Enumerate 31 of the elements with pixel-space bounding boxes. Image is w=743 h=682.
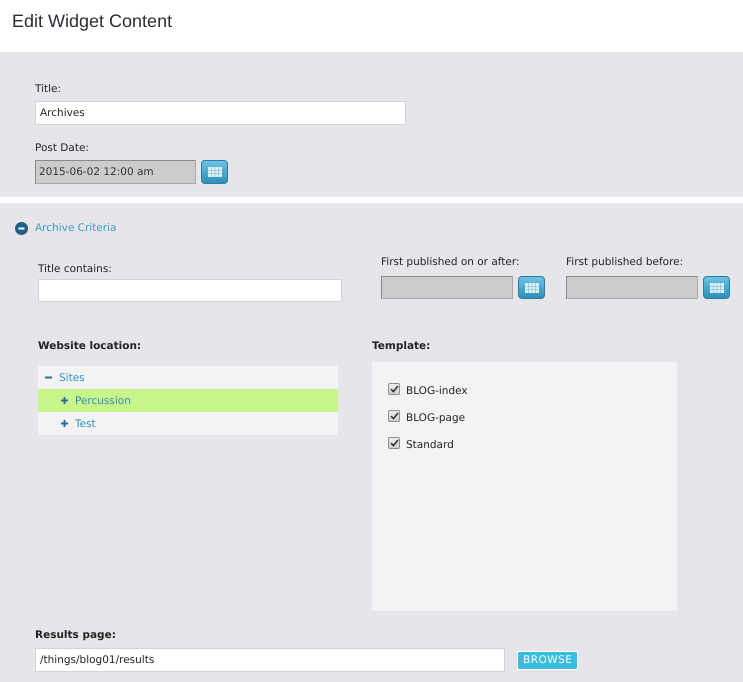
field-label: Title contains:: [38, 262, 113, 276]
field-label: Post Date:: [35, 141, 89, 155]
calendar-button[interactable]: [201, 160, 228, 184]
checkbox[interactable]: [388, 382, 400, 394]
collapse-icon: [15, 222, 28, 234]
title-field[interactable]: Archives: [35, 101, 406, 125]
checkbox[interactable]: [388, 410, 400, 422]
plus-icon[interactable]: [61, 420, 68, 427]
section-label: Results page:: [35, 628, 117, 642]
calendar-icon: [524, 282, 538, 292]
calendar-icon: [208, 167, 222, 177]
calendar-button[interactable]: [703, 276, 730, 299]
field-label: First published on or after:: [381, 255, 521, 269]
checkbox-label[interactable]: Standard: [406, 438, 454, 452]
section-label: Website location:: [38, 339, 142, 353]
checkbox-label[interactable]: BLOG-index: [406, 384, 468, 398]
calendar-icon: [710, 282, 724, 292]
page-title: Edit Widget Content: [12, 10, 172, 32]
checkbox[interactable]: [388, 436, 400, 448]
section-label: Template:: [372, 339, 432, 353]
date-field[interactable]: [381, 276, 513, 299]
checkbox-label[interactable]: BLOG-page: [406, 410, 466, 424]
calendar-button[interactable]: [518, 276, 545, 299]
field-label: Title:: [35, 82, 62, 96]
plus-icon[interactable]: [61, 397, 68, 404]
minus-icon[interactable]: [45, 374, 52, 381]
date-field[interactable]: 2015-06-02 12:00 am: [35, 160, 196, 184]
field-label: First published before:: [566, 255, 684, 269]
title-contains-field[interactable]: [38, 279, 342, 302]
results-page-field[interactable]: /things/blog01/results: [35, 648, 505, 672]
date-field[interactable]: [566, 276, 698, 299]
